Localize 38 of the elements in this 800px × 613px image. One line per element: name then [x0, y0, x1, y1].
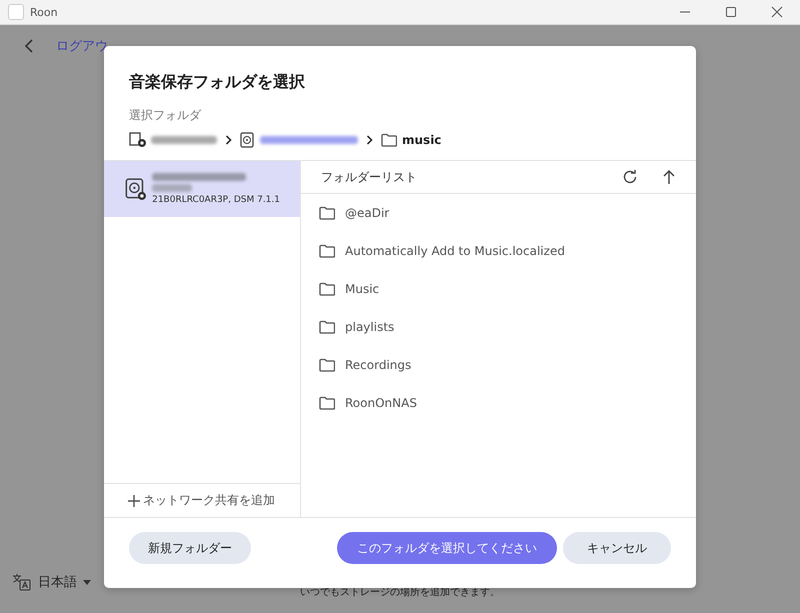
language-selector[interactable]: 日本語: [38, 573, 77, 591]
hard-drive-icon: [124, 176, 148, 202]
chevron-right-icon: [366, 135, 373, 145]
selected-folder-label: 選択フォルダ: [129, 107, 202, 124]
add-network-share-button[interactable]: ネットワーク共有を追加: [104, 483, 300, 517]
folder-list-title: フォルダーリスト: [321, 168, 418, 186]
folder-item[interactable]: Music: [345, 282, 380, 296]
folder-icon: [319, 396, 335, 410]
folder-icon: [319, 244, 335, 258]
select-folder-button[interactable]: このフォルダを選択してください: [337, 532, 557, 564]
folder-icon: [381, 133, 397, 147]
storage-source-item[interactable]: 21B0RLRC0AR3P, DSM 7.1.1: [104, 161, 300, 217]
plus-icon: [128, 494, 140, 506]
folder-item[interactable]: Automatically Add to Music.localized: [345, 244, 565, 258]
redacted-text: [152, 184, 192, 192]
refresh-icon[interactable]: [622, 169, 638, 185]
breadcrumb-folder[interactable]: music: [381, 133, 442, 147]
window-title: Roon: [30, 6, 59, 18]
cancel-button[interactable]: キャンセル: [563, 532, 671, 564]
new-folder-button[interactable]: 新規フォルダー: [129, 532, 251, 564]
server-icon: [129, 132, 147, 148]
folder-icon: [319, 206, 335, 220]
dialog-title: 音楽保存フォルダを選択: [129, 72, 306, 93]
back-icon[interactable]: [24, 39, 34, 53]
redacted-text: [151, 136, 217, 144]
app-logo-icon: [8, 4, 24, 20]
translate-icon: [12, 573, 32, 591]
folder-icon: [319, 282, 335, 296]
folder-item[interactable]: @eaDir: [345, 206, 390, 220]
folder-item[interactable]: Recordings: [345, 358, 412, 372]
up-arrow-icon[interactable]: [662, 169, 676, 185]
folder-item[interactable]: playlists: [345, 320, 394, 334]
folder-icon: [319, 358, 335, 372]
disc-drive-icon: [240, 132, 254, 148]
chevron-right-icon: [225, 135, 232, 145]
folder-item[interactable]: RoonOnNAS: [345, 396, 417, 410]
caret-icon[interactable]: [83, 580, 91, 584]
folder-icon: [319, 320, 335, 334]
